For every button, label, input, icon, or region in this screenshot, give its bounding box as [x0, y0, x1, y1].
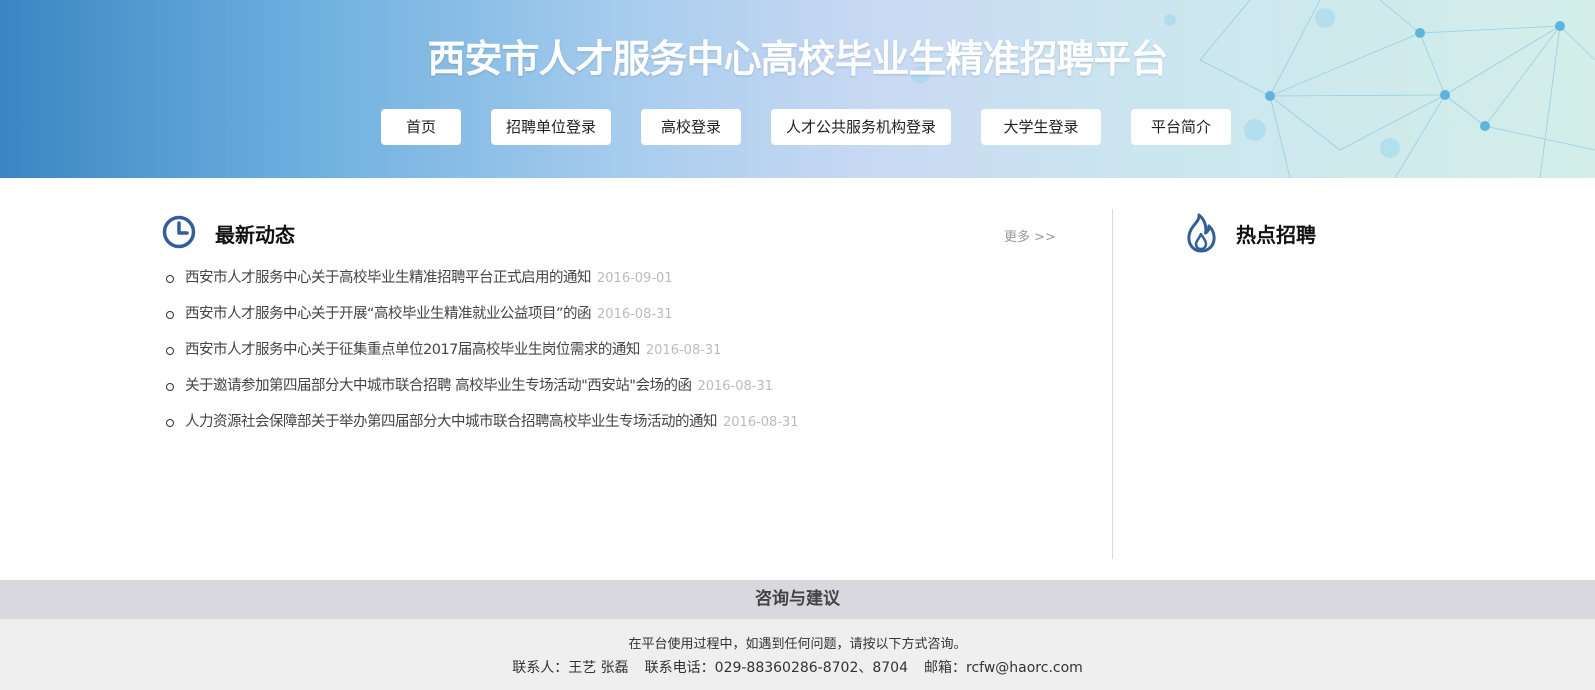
- news-item-title[interactable]: 人力资源社会保障部关于举办第四届部分大中城市联合招聘高校毕业生专场活动的通知: [185, 414, 718, 430]
- more-news-link[interactable]: 更多 >>: [1004, 226, 1056, 245]
- bullet-icon: [166, 275, 174, 283]
- bullet-icon: [166, 311, 174, 319]
- news-item-title[interactable]: 西安市人才服务中心关于开展“高校毕业生精准就业公益项目”的函: [185, 306, 592, 322]
- latest-news-title: 最新动态: [215, 223, 295, 247]
- news-item: 人力资源社会保障部关于举办第四届部分大中城市联合招聘高校毕业生专场活动的通知 20…: [166, 408, 1066, 444]
- news-item-date: 2016-08-31: [597, 307, 673, 322]
- news-item: 西安市人才服务中心关于高校毕业生精准招聘平台正式启用的通知 2016-09-01: [166, 264, 1066, 300]
- news-item-title[interactable]: 西安市人才服务中心关于征集重点单位2017届高校毕业生岗位需求的通知: [185, 342, 640, 358]
- news-item-date: 2016-09-01: [597, 271, 673, 286]
- bullet-icon: [166, 383, 174, 391]
- footer-help-text: 在平台使用过程中，如遇到任何问题，请按以下方式咨询。: [628, 637, 967, 652]
- bullet-icon: [166, 347, 174, 355]
- news-list: 西安市人才服务中心关于高校毕业生精准招聘平台正式启用的通知 2016-09-01 …: [166, 264, 1066, 444]
- news-item-date: 2016-08-31: [645, 343, 722, 358]
- hot-recruitment-title: 热点招聘: [1236, 223, 1316, 247]
- news-item: 西安市人才服务中心关于征集重点单位2017届高校毕业生岗位需求的通知 2016-0…: [166, 336, 1066, 372]
- footer-email: 邮箱：rcfw@haorc.com: [924, 660, 1083, 676]
- nav-talent-agency-login[interactable]: 人才公共服务机构登录: [771, 109, 951, 145]
- flame-icon: [1187, 213, 1216, 253]
- column-divider: [1112, 209, 1113, 559]
- footer-title: 咨询与建议: [0, 580, 1595, 619]
- footer-contact-person: 联系人：王艺 张磊: [512, 660, 629, 676]
- site-header: 西安市人才服务中心高校毕业生精准招聘平台 首页 招聘单位登录 高校登录 人才公共…: [0, 0, 1595, 178]
- footer-contact-line: 联系人：王艺 张磊 联系电话：029-88360286-8702、8704 邮箱：r…: [0, 657, 1595, 677]
- footer-phone: 联系电话：029-88360286-8702、8704: [644, 660, 908, 676]
- news-item-title[interactable]: 西安市人才服务中心关于高校毕业生精准招聘平台正式启用的通知: [185, 270, 592, 286]
- news-item-date: 2016-08-31: [723, 415, 799, 430]
- bullet-icon: [166, 419, 174, 427]
- nav-employer-login[interactable]: 招聘单位登录: [491, 109, 611, 145]
- nav-student-login[interactable]: 大学生登录: [981, 109, 1101, 145]
- network-decoration: [911, 0, 1595, 178]
- clock-icon: [162, 215, 196, 249]
- nav-university-login[interactable]: 高校登录: [641, 109, 741, 145]
- news-item-date: 2016-08-31: [697, 379, 774, 394]
- news-item: 关于邀请参加第四届部分大中城市联合招聘 高校毕业生专场活动"西安站"会场的函 20…: [166, 372, 1066, 408]
- footer-body: 在平台使用过程中，如遇到任何问题，请按以下方式咨询。 联系人：王艺 张磊 联系电话…: [0, 619, 1595, 690]
- nav-platform-intro[interactable]: 平台简介: [1131, 109, 1231, 145]
- news-item: 西安市人才服务中心关于开展“高校毕业生精准就业公益项目”的函 2016-08-31: [166, 300, 1066, 336]
- nav-home[interactable]: 首页: [381, 109, 461, 145]
- news-item-title[interactable]: 关于邀请参加第四届部分大中城市联合招聘 高校毕业生专场活动"西安站"会场的函: [185, 378, 692, 394]
- site-title: 西安市人才服务中心高校毕业生精准招聘平台: [427, 37, 1168, 81]
